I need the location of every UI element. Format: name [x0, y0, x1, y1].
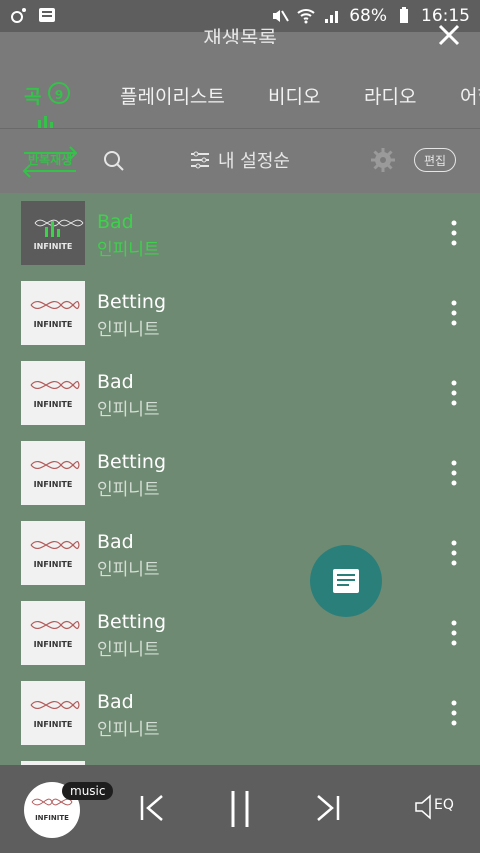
eq-icon [415, 794, 431, 820]
list-item[interactable]: INFINITE Betting 인피니트 [0, 433, 480, 513]
tab-songs-count: 9 [48, 82, 70, 104]
song-artist: 인피니트 [97, 640, 160, 660]
sort-control[interactable]: 내 설정순 [190, 147, 290, 173]
tab-language[interactable]: 어학 [460, 82, 480, 109]
mini-player: INFINITE music EQ [0, 765, 480, 853]
tab-radio[interactable]: 라디오 [364, 82, 416, 109]
prev-icon[interactable] [138, 794, 166, 822]
album-art: INFINITE [21, 281, 85, 345]
more-vertical-icon[interactable] [446, 219, 462, 247]
repeat-button[interactable]: 반복재생 [20, 143, 80, 179]
song-artist: 인피니트 [97, 560, 160, 580]
tab-bar: 곡 9 플레이리스트 비디오 라디오 어학 [0, 76, 480, 128]
more-vertical-icon[interactable] [446, 379, 462, 407]
gear-icon[interactable] [370, 147, 396, 173]
more-vertical-icon[interactable] [446, 619, 462, 647]
equalizer-icon [38, 116, 53, 128]
album-art-label: INFINITE [35, 814, 69, 822]
album-art: INFINITE [21, 361, 85, 425]
list-item[interactable] [0, 753, 480, 765]
album-art: INFINITE [21, 441, 85, 505]
song-title: Bad [97, 531, 134, 553]
playlist-toolbar: 반복재생 내 설정순 편집 [0, 129, 480, 193]
more-vertical-icon[interactable] [446, 459, 462, 487]
list-item[interactable]: INFINITE Bad 인피니트 [0, 353, 480, 433]
page-title: 재생목록 [203, 26, 277, 44]
song-title: Betting [97, 291, 167, 313]
song-artist: 인피니트 [97, 320, 160, 340]
list-item[interactable]: INFINITE Betting 인피니트 [0, 593, 480, 673]
eq-label: EQ [434, 797, 454, 813]
sort-label: 내 설정순 [218, 151, 290, 172]
album-art-label: INFINITE [34, 320, 73, 329]
album-art-label: INFINITE [34, 480, 73, 489]
playlist: INFINITE Bad 인피니트 INFINITE Betting 인피니트 … [0, 193, 480, 765]
album-art-label: INFINITE [34, 400, 73, 409]
album-art-label: INFINITE [34, 720, 73, 729]
list-item[interactable]: INFINITE Bad 인피니트 [0, 193, 480, 273]
search-icon[interactable] [102, 149, 126, 173]
song-title: Bad [97, 211, 134, 233]
album-art-label: INFINITE [34, 640, 73, 649]
song-title: Bad [97, 371, 134, 393]
song-title: Betting [97, 451, 167, 473]
song-artist: 인피니트 [97, 480, 160, 500]
close-icon[interactable] [434, 20, 464, 50]
song-title: Bad [97, 691, 134, 713]
more-vertical-icon[interactable] [446, 699, 462, 727]
tab-songs-label: 곡 [24, 86, 42, 108]
lyrics-fab[interactable] [310, 545, 382, 617]
next-icon[interactable] [314, 794, 342, 822]
song-title: Betting [97, 611, 167, 633]
song-artist: 인피니트 [97, 400, 160, 420]
list-item[interactable]: INFINITE Bad 인피니트 [0, 513, 480, 593]
song-artist: 인피니트 [97, 720, 160, 740]
top-bar: 재생목록 곡 9 플레이리스트 비디오 라디오 어학 [0, 24, 480, 129]
album-art-label: INFINITE [34, 560, 73, 569]
music-badge: music [62, 782, 114, 800]
list-item[interactable]: INFINITE Bad 인피니트 [0, 673, 480, 753]
tab-songs[interactable]: 곡 9 [24, 82, 70, 128]
album-art-label: INFINITE [34, 242, 73, 251]
pause-icon[interactable] [226, 789, 254, 829]
list-item[interactable]: INFINITE Betting 인피니트 [0, 273, 480, 353]
tab-video[interactable]: 비디오 [268, 82, 320, 109]
more-vertical-icon[interactable] [446, 299, 462, 327]
song-artist: 인피니트 [97, 240, 160, 260]
album-art: INFINITE [21, 601, 85, 665]
edit-button[interactable]: 편집 [414, 148, 456, 172]
note-icon [333, 569, 359, 593]
album-art: INFINITE [21, 201, 85, 265]
tab-playlist[interactable]: 플레이리스트 [120, 82, 225, 109]
album-art: INFINITE [21, 521, 85, 585]
filter-icon [191, 151, 209, 169]
eq-button[interactable]: EQ [414, 792, 454, 822]
repeat-label: 반복재생 [28, 153, 73, 167]
album-art: INFINITE [21, 681, 85, 745]
more-vertical-icon[interactable] [446, 539, 462, 567]
